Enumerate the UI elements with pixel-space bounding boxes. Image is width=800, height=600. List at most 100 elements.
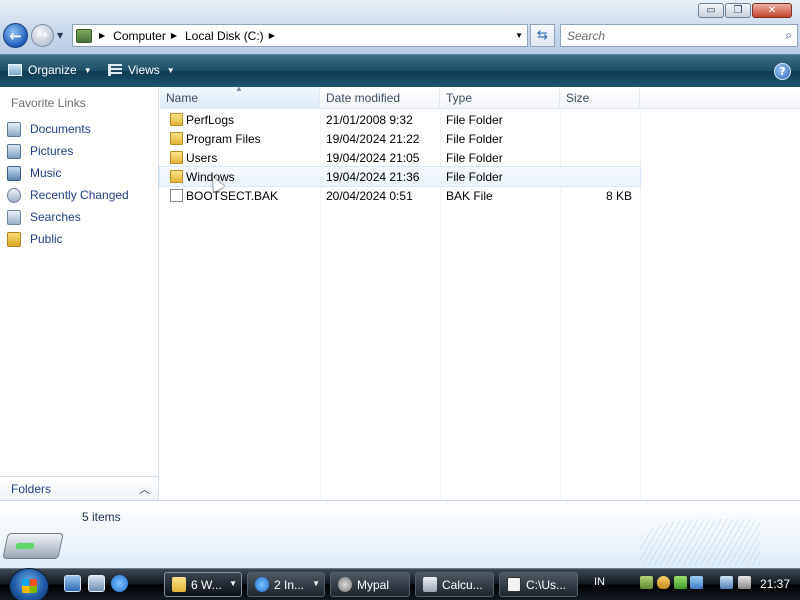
organize-icon [8,64,22,76]
history-dropdown-icon[interactable]: ▼ [57,31,63,40]
tray-checkmark-icon[interactable] [674,576,687,589]
window-controls: ▭ ❐ ✕ [697,3,792,18]
column-header-size[interactable]: Size [560,87,640,109]
chevron-down-icon: ▼ [229,579,237,588]
breadcrumb-separator-icon[interactable]: ▶ [99,31,105,40]
nav-link-recently-changed[interactable]: Recently Changed [0,184,158,206]
file-date: 19/04/2024 21:05 [326,151,420,165]
tray-app-icon[interactable] [690,576,703,589]
nav-link-searches[interactable]: Searches [0,206,158,228]
refresh-button[interactable]: ⇆ [530,24,555,47]
chevron-down-icon: ▼ [83,65,92,75]
search-placeholder: Search [567,29,606,43]
calculator-icon [423,577,437,592]
file-icon [170,189,183,202]
file-date: 19/04/2024 21:22 [326,132,420,146]
file-row[interactable]: Users 19/04/2024 21:05 File Folder [160,148,640,167]
breadcrumb-separator-icon[interactable]: ▶ [269,31,275,40]
folder-icon [170,113,183,126]
column-header-date-modified[interactable]: Date modified [320,87,440,109]
file-row[interactable]: Program Files 19/04/2024 21:22 File Fold… [160,129,640,148]
file-rows: PerfLogs 21/01/2008 9:32 File Folder Pro… [159,110,641,205]
nav-link-music[interactable]: Music [0,162,158,184]
navigation-pane: Favorite Links Documents Pictures Music … [0,87,159,500]
file-type: File Folder [446,151,503,165]
file-type: BAK File [446,189,493,203]
column-header-name[interactable]: ▲ Name [160,84,320,109]
public-folder-icon [7,231,21,247]
favorite-links-heading: Favorite Links [11,96,86,110]
file-row[interactable]: PerfLogs 21/01/2008 9:32 File Folder [160,110,640,129]
show-desktop-icon[interactable] [64,575,81,592]
column-header-label: Type [446,91,473,105]
taskbar-button-calculator[interactable]: Calcu... [415,572,494,597]
nav-link-label: Music [30,166,62,180]
file-list-pane: ▲ Name Date modified Type Size PerfLogs … [159,84,800,500]
maximize-button[interactable]: ❐ [725,3,751,18]
taskbar-clock[interactable]: 21:37 [760,577,790,591]
explorer-folder-icon [172,577,186,592]
taskbar-button-explorer[interactable]: 6 W... ▼ [164,572,242,597]
search-icon[interactable]: ⌕ [785,28,792,43]
folders-toggle[interactable]: Folders ︿ [0,476,158,500]
tray-security-shield-icon[interactable] [657,576,670,589]
switch-windows-icon[interactable] [88,575,105,592]
nav-link-pictures[interactable]: Pictures [0,140,158,162]
help-button[interactable]: ? [774,63,791,80]
taskbar-button-label: 6 W... [191,577,222,592]
file-name: PerfLogs [186,113,235,127]
breadcrumb-separator-icon[interactable]: ▶ [171,31,177,40]
address-toolbar: ▭ ❐ ✕ ← → ▼ ▶ Computer ▶ Local Disk (C:)… [0,0,800,54]
nav-link-label: Pictures [30,144,74,158]
close-button[interactable]: ✕ [752,3,792,18]
nav-link-documents[interactable]: Documents [0,118,158,140]
search-input[interactable]: Search ⌕ [560,24,798,47]
taskbar-button-label: 2 In... [274,577,305,592]
pictures-icon [7,143,21,159]
column-header-label: Name [166,91,199,105]
column-header-type[interactable]: Type [440,87,560,109]
language-indicator[interactable]: IN [594,576,605,588]
searches-icon [7,209,21,225]
taskbar-button-7zip[interactable]: C:\Us... [499,572,578,597]
file-row[interactable]: Windows 19/04/2024 21:36 File Folder [159,166,641,187]
mypal-icon [338,577,352,592]
breadcrumb-computer[interactable]: Computer [113,29,166,43]
file-name: Program Files [186,132,261,146]
start-button[interactable] [9,568,49,600]
command-bar: Organize ▼ Views ▼ ? [0,54,800,87]
file-date: 19/04/2024 21:36 [326,170,420,184]
internet-explorer-quicklaunch-icon[interactable] [111,575,128,592]
taskbar-button-internet-explorer[interactable]: 2 In... ▼ [247,572,325,597]
views-button[interactable]: Views ▼ [108,63,175,77]
tray-display-icon[interactable] [720,576,733,589]
tray-network-share-icon[interactable] [640,576,653,589]
file-size: 8 KB [605,189,632,203]
column-header-bar: ▲ Name Date modified Type Size [160,84,800,109]
chevron-down-icon: ▼ [312,579,320,588]
organize-button[interactable]: Organize ▼ [8,63,92,77]
internet-explorer-icon [255,577,269,592]
folder-icon [170,132,183,145]
recently-changed-icon [7,187,21,203]
nav-link-label: Public [30,232,63,246]
address-box[interactable]: ▶ Computer ▶ Local Disk (C:) ▶ ▼ [72,24,528,47]
address-dropdown-icon[interactable]: ▼ [515,31,523,40]
7zip-icon [507,577,521,592]
tray-volume-muted-icon[interactable] [738,576,751,589]
file-date: 20/04/2024 0:51 [326,189,413,203]
forward-button[interactable]: → [31,24,54,47]
taskbar-button-label: Calcu... [442,577,483,592]
folder-icon [170,170,183,183]
back-button[interactable]: ← [3,23,28,48]
breadcrumb-local-disk[interactable]: Local Disk (C:) [185,29,264,43]
forward-arrow-icon: → [37,28,48,43]
computer-icon [76,28,92,43]
folders-label: Folders [11,482,52,496]
taskbar-button-mypal[interactable]: Mypal [330,572,410,597]
column-divider [640,109,641,500]
nav-link-label: Searches [30,210,81,224]
minimize-button[interactable]: ▭ [698,3,724,18]
file-row[interactable]: BOOTSECT.BAK 20/04/2024 0:51 BAK File 8 … [160,186,640,205]
nav-link-public[interactable]: Public [0,228,158,250]
